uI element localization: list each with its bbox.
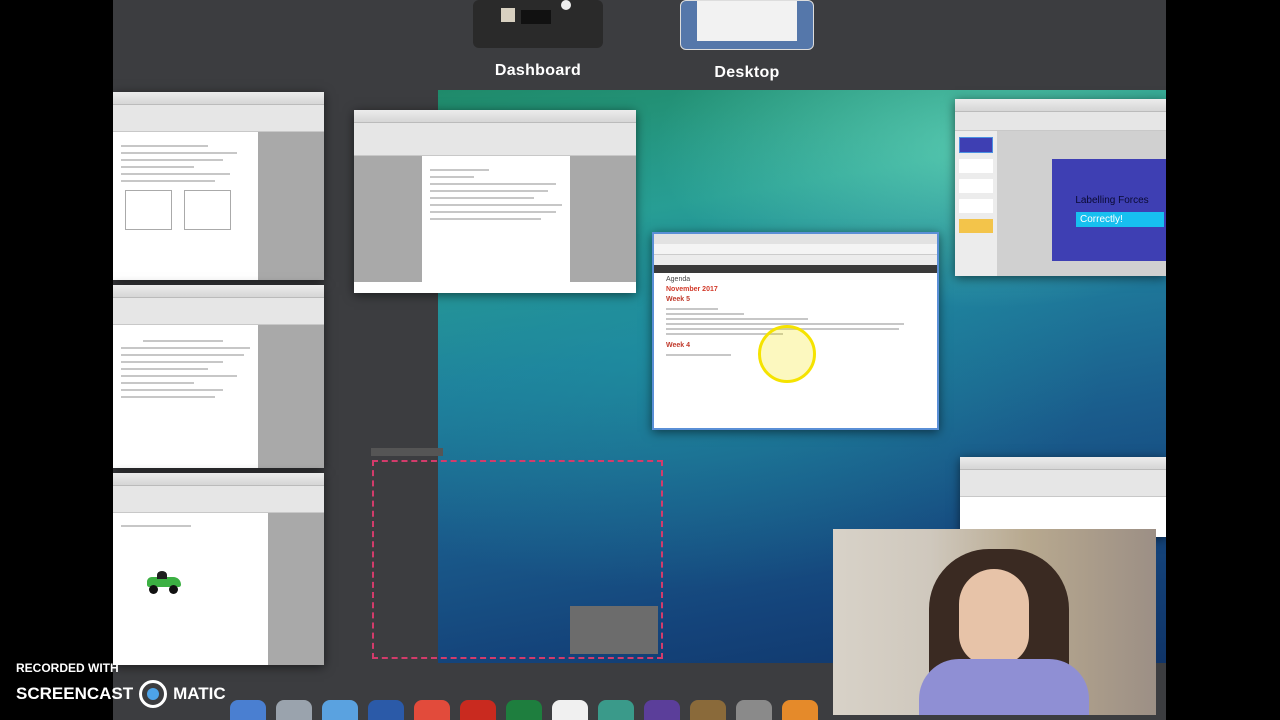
word-window-center[interactable] bbox=[354, 110, 636, 293]
screencast-o-matic-logo: SCREENCAST MATIC bbox=[16, 680, 226, 708]
dashboard-thumbnail bbox=[473, 0, 603, 48]
word-window-2[interactable] bbox=[113, 285, 324, 468]
space-desktop[interactable]: Desktop bbox=[680, 0, 814, 82]
safari-icon[interactable] bbox=[322, 700, 358, 720]
dock bbox=[230, 700, 1080, 720]
month-heading: November 2017 bbox=[666, 286, 718, 293]
word-window-3[interactable] bbox=[113, 473, 324, 665]
desktop-thumbnail bbox=[680, 0, 814, 50]
mission-control: Dashboard Desktop Labelling Forces Corre… bbox=[113, 0, 1166, 720]
slide-thumb-2[interactable] bbox=[959, 159, 993, 173]
finder-icon[interactable] bbox=[230, 700, 266, 720]
word-window-1[interactable] bbox=[113, 92, 324, 280]
word-window-right[interactable] bbox=[960, 457, 1166, 537]
slide-thumb-3[interactable] bbox=[959, 179, 993, 193]
dashboard-calculator bbox=[521, 10, 551, 24]
desktop-thumb-window bbox=[697, 1, 797, 41]
slide-thumb-1[interactable] bbox=[959, 137, 993, 153]
launchpad-icon[interactable] bbox=[276, 700, 312, 720]
imovie-icon[interactable] bbox=[644, 700, 680, 720]
screencast-logo-icon bbox=[139, 680, 168, 708]
slide-thumb-4[interactable] bbox=[959, 199, 993, 213]
recorder-toolbar[interactable] bbox=[371, 448, 443, 456]
photos-icon[interactable] bbox=[598, 700, 634, 720]
pencil-icon[interactable] bbox=[690, 700, 726, 720]
excel-icon[interactable] bbox=[506, 700, 542, 720]
watermark-brand-right: MATIC bbox=[173, 684, 226, 703]
dashboard-clock bbox=[561, 0, 571, 10]
cursor-highlight bbox=[758, 325, 816, 383]
recording-area[interactable] bbox=[372, 460, 663, 659]
browser-window[interactable]: Agenda November 2017 Week 5 Week 4 bbox=[652, 232, 939, 430]
space-label-desktop: Desktop bbox=[714, 64, 780, 81]
presentation-window[interactable]: Labelling Forces Correctly! bbox=[955, 99, 1166, 276]
word-icon[interactable] bbox=[368, 700, 404, 720]
system-preferences-icon[interactable] bbox=[736, 700, 772, 720]
acrobat-icon[interactable] bbox=[460, 700, 496, 720]
week-5-heading: Week 5 bbox=[666, 296, 690, 303]
itunes-icon[interactable] bbox=[552, 700, 588, 720]
space-label-dashboard: Dashboard bbox=[494, 62, 582, 79]
space-dashboard[interactable]: Dashboard bbox=[473, 0, 603, 80]
agenda-heading: Agenda bbox=[666, 276, 691, 283]
slide-canvas: Labelling Forces Correctly! bbox=[1052, 159, 1166, 261]
watermark-brand-left: SCREENCAST bbox=[16, 684, 134, 703]
chrome-icon[interactable] bbox=[414, 700, 450, 720]
screencast-icon[interactable] bbox=[782, 700, 818, 720]
dashboard-widget bbox=[501, 8, 515, 22]
car-image bbox=[143, 571, 185, 595]
site-nav-bar[interactable] bbox=[654, 265, 937, 273]
webcam-overlay bbox=[833, 529, 1156, 715]
slide-subtitle: Correctly! bbox=[1076, 212, 1164, 227]
slide-thumb-5[interactable] bbox=[959, 219, 993, 233]
slide-title: Labelling Forces bbox=[1075, 195, 1149, 206]
address-bar[interactable] bbox=[654, 244, 937, 255]
webcam-preview bbox=[570, 606, 658, 654]
watermark-recorded-with: RECORDED WITH bbox=[16, 661, 119, 675]
